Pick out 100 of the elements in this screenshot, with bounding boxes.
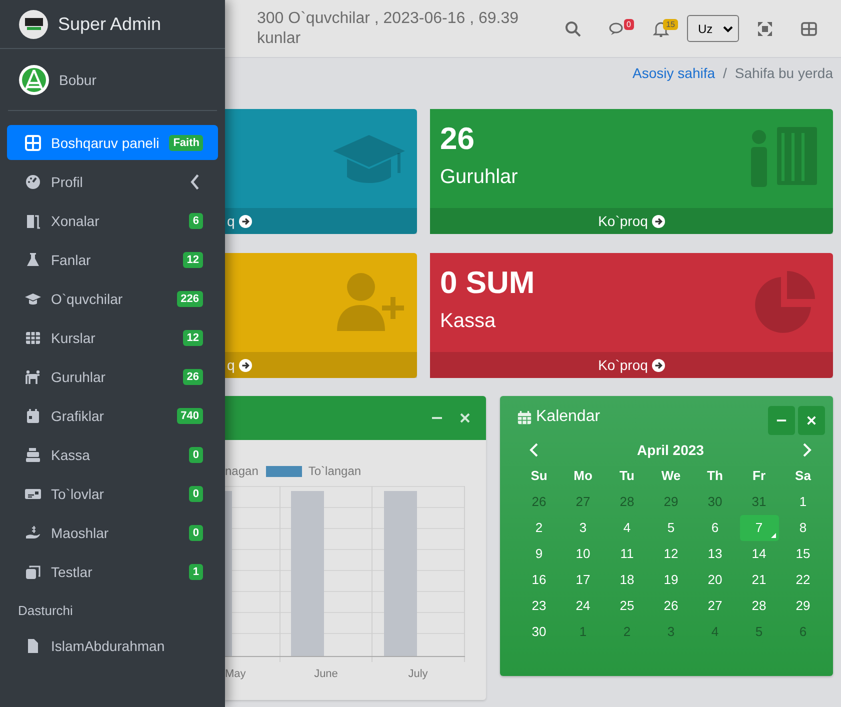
more-link[interactable]: q [227, 213, 235, 229]
count-badge: 0 [188, 486, 203, 502]
more-link[interactable]: Ko`proq [598, 213, 648, 229]
nav-item[interactable]: Testlar 1 [7, 554, 218, 589]
calendar-day[interactable]: 1 [561, 619, 605, 645]
fullscreen-icon[interactable] [757, 20, 773, 36]
month-label[interactable]: April 2023 [637, 442, 704, 458]
minimize-button[interactable] [768, 406, 795, 435]
axis-label: May [225, 668, 246, 680]
calendar-day[interactable]: 12 [649, 541, 693, 567]
close-button[interactable] [798, 406, 825, 435]
calendar-day[interactable]: 6 [693, 515, 737, 541]
calendar-day[interactable]: 18 [605, 567, 649, 593]
page-title: 300 O`quvchilar , 2023-06-16 , 69.39 kunlar [257, 8, 520, 48]
calendar-day[interactable]: 22 [781, 567, 825, 593]
count-badge: 6 [188, 212, 203, 228]
calendar-day[interactable]: 10 [561, 541, 605, 567]
calendar-day[interactable]: 29 [781, 593, 825, 619]
calendar-day[interactable]: 28 [605, 489, 649, 515]
nav-item[interactable]: To`lovlar 0 [7, 476, 218, 511]
calendar-day[interactable]: 30 [693, 489, 737, 515]
door-icon [25, 212, 41, 228]
nav-item[interactable]: Xonalar 6 [7, 203, 218, 238]
user-avatar-icon [19, 64, 49, 94]
calendar-day[interactable]: 6 [781, 619, 825, 645]
weekday-label: Th [707, 468, 723, 483]
gauge-icon [25, 174, 41, 190]
nav-item[interactable]: IslamAbdurahman [7, 628, 218, 663]
notification-badge: 0 [624, 18, 634, 30]
calendar-day[interactable]: 19 [649, 567, 693, 593]
previous-month-button[interactable] [529, 443, 539, 457]
copy-icon [25, 564, 41, 580]
axis-label: June [314, 668, 338, 680]
calendar-day[interactable]: 28 [737, 593, 781, 619]
calendar-day[interactable]: 31 [737, 489, 781, 515]
calendar-day[interactable]: 3 [561, 515, 605, 541]
calendar-day[interactable]: 9 [517, 541, 561, 567]
breadcrumb-current: Sahifa bu yerda [734, 64, 833, 80]
calendar-day[interactable]: 4 [605, 515, 649, 541]
calendar-day[interactable]: 4 [693, 619, 737, 645]
nav-item[interactable]: Boshqaruv paneli Faith [7, 125, 218, 160]
stat-label: Kassa [440, 310, 497, 333]
file-icon [25, 638, 41, 654]
search-icon[interactable] [565, 20, 581, 36]
nav-item[interactable]: O`quvchilar 226 [7, 281, 218, 316]
language-select[interactable]: Uz [687, 15, 739, 42]
calendar-day[interactable]: 23 [517, 593, 561, 619]
calendar-day[interactable]: 14 [737, 541, 781, 567]
close-button[interactable] [458, 411, 472, 425]
calendar-day[interactable]: 17 [561, 567, 605, 593]
calendar-icon [25, 408, 41, 424]
calendar-day[interactable]: 15 [781, 541, 825, 567]
calendar-day[interactable]: 16 [517, 567, 561, 593]
flask-icon [25, 252, 41, 268]
more-link[interactable]: q [227, 357, 235, 373]
calendar-day[interactable]: 1 [781, 489, 825, 515]
count-badge: 26 [182, 368, 203, 384]
calendar-day[interactable]: 27 [561, 489, 605, 515]
nav-item[interactable]: Profil [7, 164, 218, 199]
calendar-day[interactable]: 5 [649, 515, 693, 541]
arrow-circle-icon [652, 214, 665, 228]
grid-icon [25, 134, 41, 150]
count-badge: 12 [182, 252, 203, 268]
breadcrumb-link[interactable]: Asosiy sahifa [632, 64, 716, 80]
user-name[interactable]: Bobur [59, 72, 96, 88]
notification-badge: 15 [663, 18, 678, 30]
arrow-circle-icon [238, 358, 252, 372]
calendar-day[interactable]: 3 [649, 619, 693, 645]
nav-item[interactable]: Kurslar 12 [7, 320, 218, 355]
calendar-day[interactable]: 24 [561, 593, 605, 619]
calendar-day[interactable]: 29 [649, 489, 693, 515]
weekday-label: Tu [620, 468, 634, 483]
calendar-day[interactable]: 25 [605, 593, 649, 619]
count-badge: 1 [188, 564, 203, 580]
hand-coin-icon [25, 524, 41, 540]
nav-item[interactable]: Fanlar 12 [7, 242, 218, 277]
calendar-day[interactable]: 2 [517, 515, 561, 541]
calendar-day[interactable]: 26 [517, 489, 561, 515]
calendar-day[interactable]: 20 [693, 567, 737, 593]
brand-name: Super Admin [58, 14, 162, 34]
nav-item[interactable]: Grafiklar 740 [7, 398, 218, 433]
calendar-day[interactable]: 13 [693, 541, 737, 567]
calendar-day[interactable]: 5 [737, 619, 781, 645]
chat-icon[interactable] [609, 20, 625, 36]
calendar-day[interactable]: 26 [649, 593, 693, 619]
next-month-button[interactable] [802, 443, 812, 457]
nav-item[interactable]: Guruhlar 26 [7, 359, 218, 394]
calendar-day[interactable]: 2 [605, 619, 649, 645]
calendar-day[interactable]: 11 [605, 541, 649, 567]
calendar-day[interactable]: 7 [740, 515, 778, 541]
nav-item[interactable]: Kassa 0 [7, 437, 218, 472]
grid-icon[interactable] [801, 20, 817, 36]
legend-label: nagan [225, 464, 258, 478]
count-badge: 226 [176, 290, 203, 306]
nav-item[interactable]: Maoshlar 0 [7, 515, 218, 550]
calendar-day[interactable]: 21 [737, 567, 781, 593]
calendar-day[interactable]: 27 [693, 593, 737, 619]
calendar-day[interactable]: 8 [781, 515, 825, 541]
more-link[interactable]: Ko`proq [598, 357, 648, 373]
calendar-day[interactable]: 30 [517, 619, 561, 645]
